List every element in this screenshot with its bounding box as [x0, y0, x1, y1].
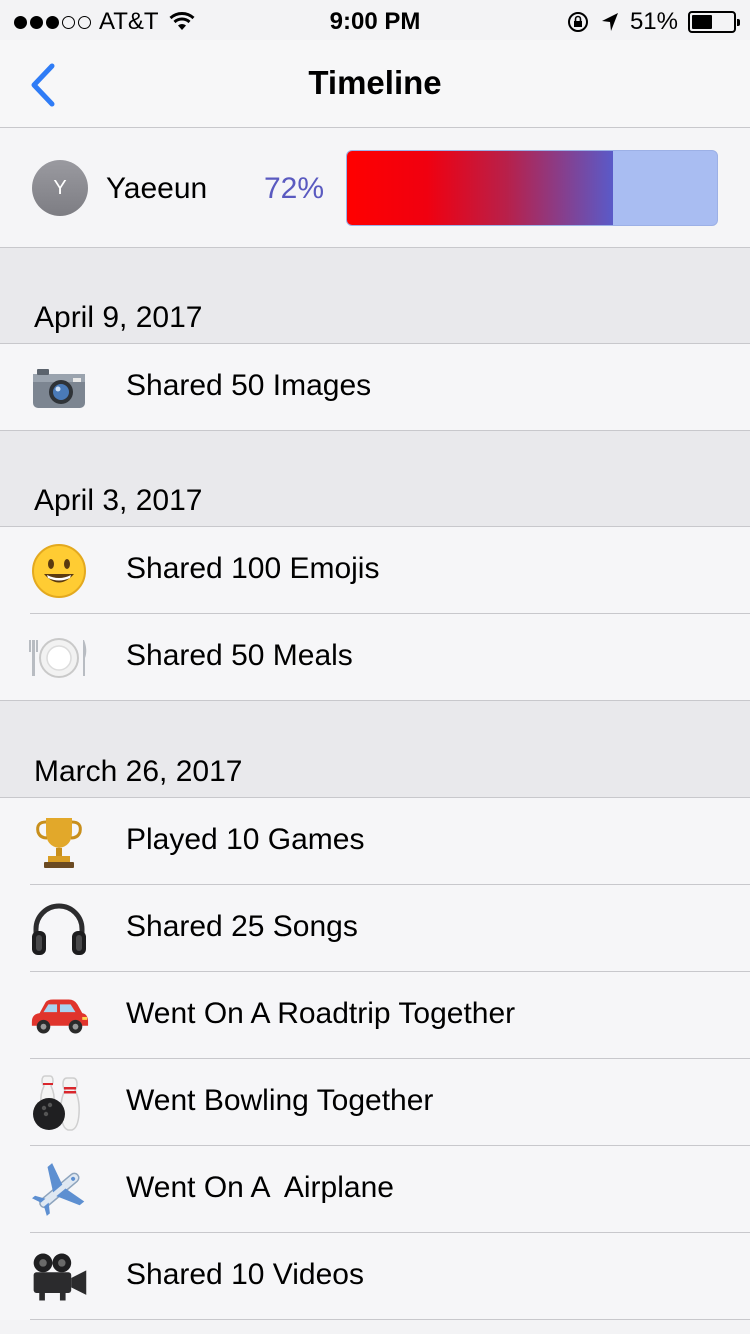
plate-icon	[28, 628, 90, 688]
progress-percent: 72%	[264, 172, 325, 205]
timeline-row[interactable]: Went On A Roadtrip Together	[0, 972, 750, 1059]
timeline-row-label: Went On A Roadtrip Together	[126, 997, 516, 1030]
page-title: Timeline	[308, 64, 442, 101]
timeline-row[interactable]: Played 10 Games	[0, 798, 750, 885]
timeline-row-label: Shared 25 Songs	[126, 910, 358, 943]
headphones-icon	[28, 899, 90, 959]
timeline-row-label: Shared 50 Images	[126, 369, 372, 402]
video-camera-icon	[28, 1247, 90, 1307]
section-date: April 3, 2017	[34, 484, 203, 517]
row-separator	[30, 1319, 750, 1320]
timeline-row[interactable]: Shared 50 Meals	[0, 614, 750, 701]
trophy-icon	[28, 812, 90, 872]
bowling-icon	[28, 1073, 90, 1133]
timeline-row-label: Played 10 Games	[126, 823, 365, 856]
timeline-row-label: Went On A Airplane	[126, 1171, 394, 1204]
section-header: March 26, 2017	[0, 701, 750, 798]
airplane-icon	[28, 1160, 90, 1220]
section-header: April 9, 2017	[0, 248, 750, 344]
car-icon	[28, 986, 90, 1046]
timeline-row[interactable]: Shared 25 Songs	[0, 885, 750, 972]
timeline-row[interactable]: Shared 10 Videos	[0, 1233, 750, 1320]
timeline-row[interactable]: Shared 100 Emojis	[0, 527, 750, 614]
timeline-row[interactable]: Went On A Airplane	[0, 1146, 750, 1233]
timeline-row-label: Shared 50 Meals	[126, 639, 353, 672]
timeline-row-label: Shared 10 Videos	[126, 1258, 364, 1291]
section-date: April 9, 2017	[34, 301, 203, 334]
status-right: 51%	[566, 8, 740, 36]
battery-percent: 51%	[629, 8, 678, 35]
battery-icon	[688, 11, 740, 33]
section-date: March 26, 2017	[34, 755, 243, 788]
profile-name: Yaeeun	[106, 172, 208, 205]
section-header: April 3, 2017	[0, 431, 750, 527]
timeline-row-label: Shared 100 Emojis	[126, 552, 380, 585]
location-icon	[601, 13, 618, 31]
timeline-row[interactable]: Went Bowling Together	[0, 1059, 750, 1146]
avatar: Y	[32, 160, 88, 216]
smiley-icon	[28, 541, 90, 601]
timeline-row-label: Went Bowling Together	[126, 1084, 434, 1117]
rotation-lock-icon	[567, 12, 588, 32]
nav-bar: Timeline	[0, 40, 750, 128]
progress-fill	[347, 151, 614, 225]
status-bar: AT&T 9:00 PM 51%	[0, 0, 750, 40]
profile-row[interactable]: Y Yaeeun 72%	[0, 128, 750, 248]
timeline-row[interactable]: Shared 50 Images	[0, 344, 750, 431]
camera-icon	[28, 358, 90, 418]
progress-bar	[346, 150, 718, 226]
